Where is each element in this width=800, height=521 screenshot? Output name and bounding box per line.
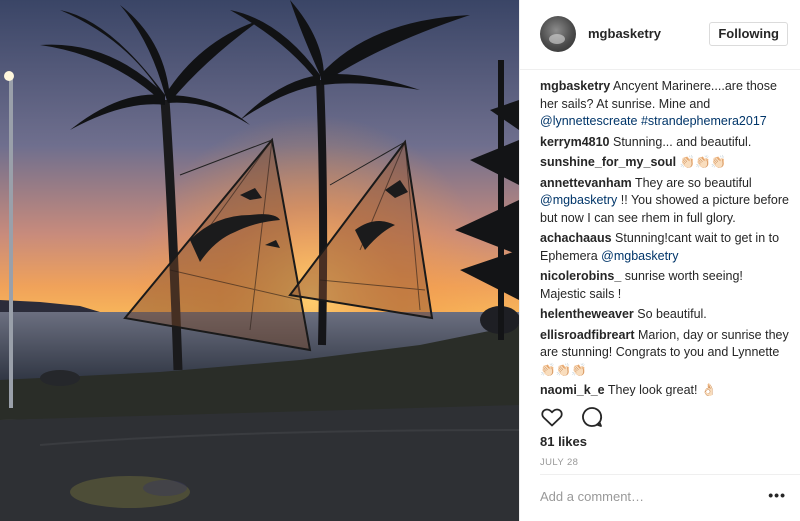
comment-item: annettevanham They are so beautiful @mgb… (540, 175, 792, 228)
post-photo[interactable] (0, 0, 519, 521)
post-sidebar: mgbasketry Following mgbasketry Ancyent … (519, 0, 800, 521)
following-button[interactable]: Following (709, 22, 788, 46)
post-actions (540, 405, 790, 429)
caption-mention[interactable]: @lynnettescreate (540, 114, 637, 128)
comment-username[interactable]: achachaaus (540, 231, 612, 245)
likes-count[interactable]: 81 likes (540, 434, 587, 449)
caption-username[interactable]: mgbasketry (540, 79, 610, 93)
comment-text: Stunning... and beautiful. (609, 134, 752, 149)
comment-bubble-icon[interactable] (580, 405, 604, 429)
comments-list[interactable]: mgbasketry Ancyent Marinere....are those… (540, 78, 792, 396)
comment-mention[interactable]: @mgbasketry (540, 193, 617, 207)
post-header: mgbasketry Following (520, 0, 800, 70)
comment-item: helentheweaver So beautiful. (540, 306, 792, 324)
comment-mention[interactable]: @mgbasketry (601, 249, 678, 263)
more-options-icon[interactable]: ••• (768, 487, 786, 503)
comment-text: So beautiful. (633, 307, 707, 321)
sunset-sails-image (0, 0, 519, 521)
add-comment-input[interactable]: Add a comment… (540, 489, 644, 504)
comment-item: ellisroadfibreart Marion, day or sunrise… (540, 327, 792, 380)
avatar[interactable] (540, 16, 576, 52)
comment-username[interactable]: nicolerobins_ (540, 269, 621, 283)
comment-item: nicolerobins_ sunrise worth seeing! Maje… (540, 268, 792, 303)
comment-text: They are so beautiful (631, 175, 752, 190)
comment-text: They look great! 👌🏻 (604, 383, 717, 396)
post-username[interactable]: mgbasketry (588, 26, 661, 41)
comment-username[interactable]: annettevanham (540, 176, 632, 190)
divider (540, 474, 800, 475)
comment-username[interactable]: kerrym4810 (540, 135, 610, 149)
caption-hashtag[interactable]: #strandephemera2017 (641, 114, 767, 128)
comment-text: 👏🏻👏🏻👏🏻 (676, 155, 727, 169)
comment-username[interactable]: naomi_k_e (540, 383, 605, 396)
comment-item: kerrym4810 Stunning... and beautiful. (540, 134, 792, 152)
comment-item: naomi_k_e They look great! 👌🏻 (540, 382, 792, 396)
heart-icon[interactable] (540, 405, 564, 429)
comment-item: sunshine_for_my_soul 👏🏻👏🏻👏🏻 (540, 154, 792, 172)
comment-username[interactable]: ellisroadfibreart (540, 328, 634, 342)
comment-username[interactable]: helentheweaver (540, 307, 634, 321)
post-date: JULY 28 (540, 457, 579, 468)
comment-item: achachaaus Stunning!cant wait to get in … (540, 230, 792, 265)
comment-username[interactable]: sunshine_for_my_soul (540, 155, 676, 169)
caption: mgbasketry Ancyent Marinere....are those… (540, 78, 792, 131)
